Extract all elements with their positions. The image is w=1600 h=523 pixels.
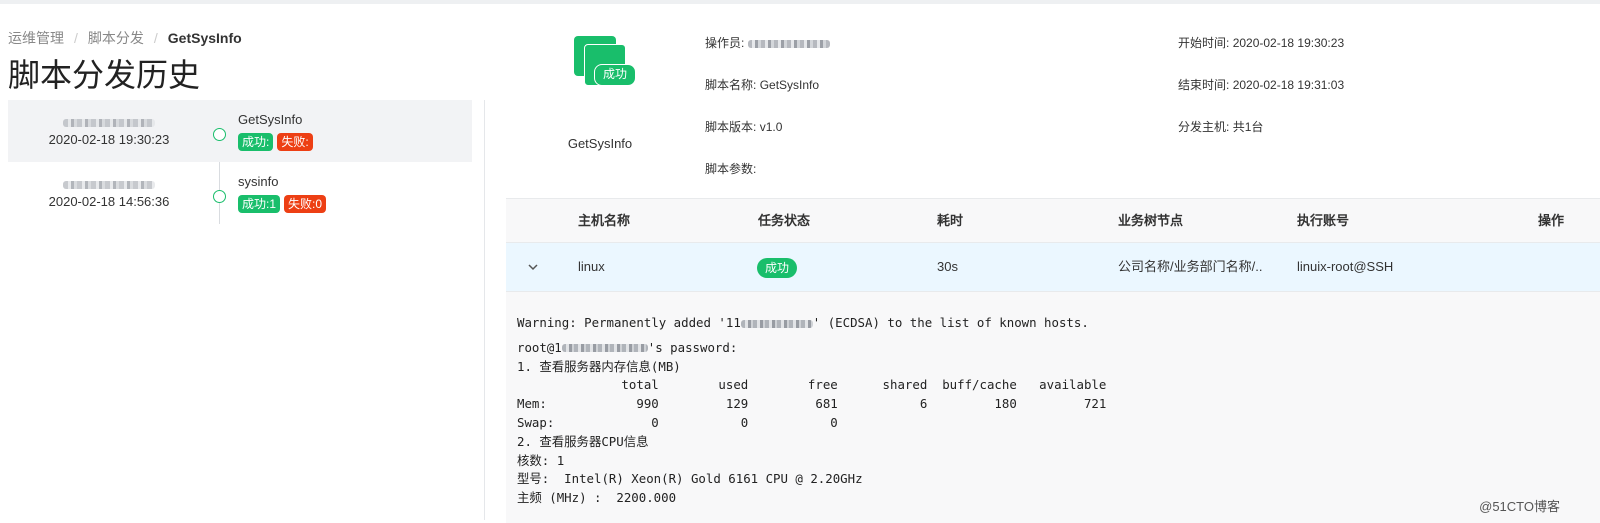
history-time: 2020-02-18 14:56:36 [48,194,170,209]
script-status-badge: 成功 [594,64,636,86]
meta-script-version-key: 脚本版本: [705,120,757,134]
meta-end-time-key: 结束时间: [1178,78,1230,92]
cell-account: linuix-root@SSH [1297,259,1394,274]
console-line: Warning: Permanently added '11 [517,315,741,330]
script-icon-label: GetSysInfo [567,136,633,151]
meta-hosts-value: 共1台 [1232,120,1264,134]
meta-script-params: 脚本参数: [705,160,756,177]
success-count-badge: 成功: [238,133,274,151]
ip-redacted [740,319,813,328]
history-user-redacted [8,114,210,127]
col-header-account: 执行账号 [1297,213,1350,228]
ip-redacted [561,344,648,353]
meta-script-name: 脚本名称: GetSysInfo [705,76,819,93]
breadcrumb-current: GetSysInfo [167,30,242,46]
console-text: Warning: Permanently added '11 ' (ECDSA) … [517,314,1106,508]
meta-end-time: 结束时间: 2020-02-18 19:31:03 [1178,76,1344,93]
script-success-icon: 成功 [574,36,636,90]
meta-script-name-value: GetSysInfo [759,78,820,92]
console-line: 's password: [647,339,738,355]
meta-hosts: 分发主机: 共1台 [1178,118,1263,135]
meta-script-params-key: 脚本参数: [705,162,757,176]
history-list: 2020-02-18 19:30:23 GetSysInfo 成功: 失败: 20… [8,100,472,224]
history-time: 2020-02-18 19:30:23 [48,132,170,147]
history-script-name: GetSysInfo [238,112,303,127]
history-script-name: sysinfo [238,174,279,189]
console-line: root@1 [517,339,562,355]
operator-redacted [747,39,830,48]
history-item[interactable]: 2020-02-18 14:56:36 sysinfo 成功:1 失败:0 [8,162,472,224]
chevron-down-icon[interactable] [526,260,540,274]
host-table: 主机名称 任务状态 耗时 业务树节点 执行账号 操作 linux 成功 30s … [506,198,1600,523]
breadcrumb-item-ops[interactable]: 运维管理 [8,30,64,46]
table-row[interactable]: linux 成功 30s 公司名称/业务部门名称/.. linuix-root@… [506,242,1600,292]
meta-start-time-key: 开始时间: [1178,36,1230,50]
fail-count-badge: 失败: [277,133,313,151]
meta-start-time: 开始时间: 2020-02-18 19:30:23 [1178,34,1344,51]
col-header-status: 任务状态 [758,213,811,228]
meta-start-time-value: 2020-02-18 19:30:23 [1232,36,1345,50]
breadcrumb: 运维管理 / 脚本分发 / GetSysInfo [8,30,242,46]
meta-script-version: 脚本版本: v1.0 [705,118,782,135]
console-line: ' (ECDSA) to the list of known hosts. [812,315,1089,330]
console-output: Warning: Permanently added '11 ' (ECDSA) … [506,292,1600,523]
success-count-badge: 成功:1 [238,195,281,213]
cell-duration: 30s [937,259,958,274]
col-header-host: 主机名称 [578,213,631,228]
page-title: 脚本分发历史 [8,56,201,94]
history-user-redacted [8,176,210,189]
meta-operator-key: 操作员: [705,36,745,50]
fail-count-badge: 失败:0 [284,195,327,213]
col-header-actions: 操作 [1538,213,1565,228]
timeline-dot-icon [213,190,226,203]
cell-host: linux [578,259,605,274]
meta-hosts-key: 分发主机: [1178,120,1230,134]
meta-script-version-value: v1.0 [759,120,783,134]
history-item[interactable]: 2020-02-18 19:30:23 GetSysInfo 成功: 失败: [8,100,472,162]
watermark: @51CTO博客 [1479,499,1560,514]
breadcrumb-item-script-dist[interactable]: 脚本分发 [88,30,144,46]
col-header-duration: 耗时 [937,213,964,228]
meta-operator: 操作员: [705,34,830,51]
meta-script-name-key: 脚本名称: [705,78,757,92]
col-header-node: 业务树节点 [1118,213,1184,228]
panel-divider [484,100,485,520]
left-panel: 运维管理 / 脚本分发 / GetSysInfo 脚本分发历史 [0,4,490,523]
meta-end-time-value: 2020-02-18 19:31:03 [1232,78,1345,92]
cell-node: 公司名称/业务部门名称/.. [1118,259,1263,274]
status-badge: 成功 [757,257,798,278]
timeline-dot-icon [213,128,226,141]
console-body: 1. 查看服务器内存信息(MB) total used free shared … [517,358,1107,506]
